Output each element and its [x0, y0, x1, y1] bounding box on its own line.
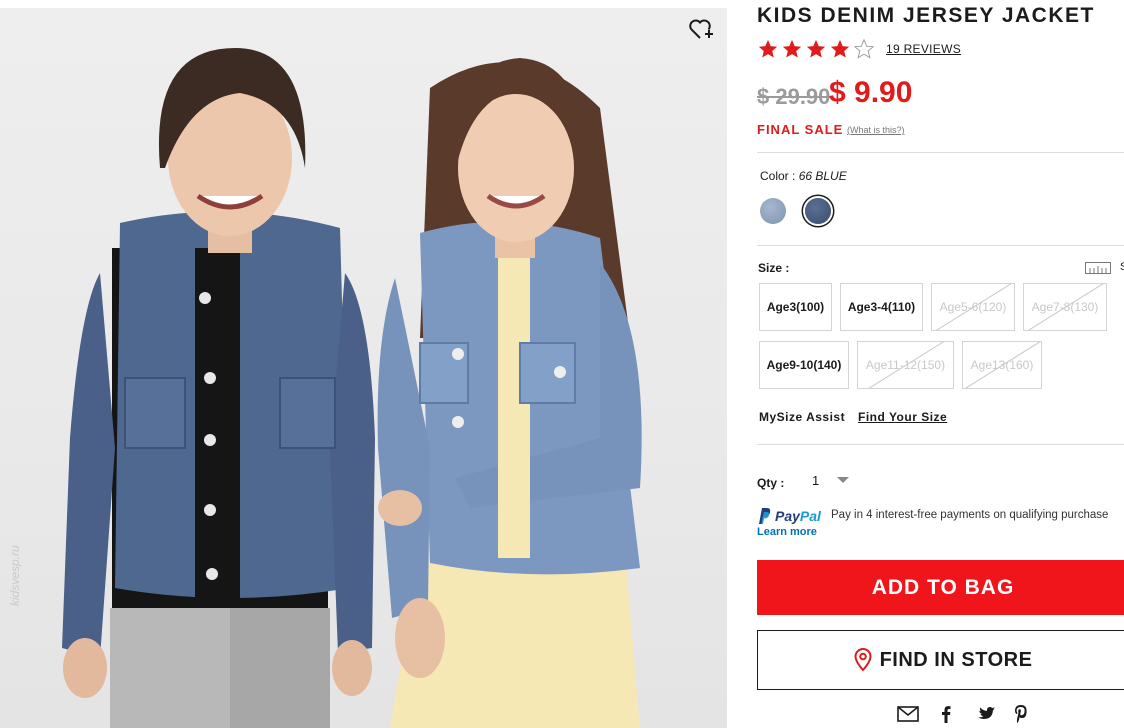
paypal-wordmark-pay: Pay [775, 508, 800, 524]
reviews-link[interactable]: 19 REVIEWS [886, 42, 961, 56]
star-full-icon [830, 39, 850, 58]
find-in-store-button[interactable]: FIND IN STORE [757, 630, 1124, 690]
star-empty-icon [853, 38, 875, 59]
divider [757, 245, 1124, 246]
location-pin-icon [854, 648, 872, 672]
facebook-icon[interactable] [935, 704, 957, 724]
mysize-assist-label: MySize Assist [759, 410, 846, 424]
paypal-learn-more-link[interactable]: Learn more [757, 526, 817, 538]
divider [757, 444, 1124, 445]
size-guide-ruler-icon[interactable] [1085, 262, 1111, 274]
size-option-age3-4-110[interactable]: Age3-4(110) [840, 283, 923, 331]
size-option-age9-10-140[interactable]: Age9-10(140) [759, 341, 849, 389]
size-option-age13-160[interactable]: Age13(160) [962, 341, 1042, 389]
original-price: $ 29.90 [757, 84, 831, 109]
sale-price: $ 9.90 [829, 76, 913, 109]
rating-stars [757, 38, 875, 60]
paypal-logo: PayPal [757, 506, 821, 526]
divider [757, 152, 1124, 153]
product-image: kidsvesp.ru [0, 8, 727, 728]
star-full-icon [806, 39, 826, 58]
what-is-this-link[interactable]: (What is this?) [847, 125, 905, 135]
watermark: kidsvesp.ru [8, 545, 22, 606]
find-your-size-link[interactable]: Find Your Size [858, 410, 947, 424]
quantity-select[interactable]: 1 [812, 470, 862, 490]
size-option-age7-8-130[interactable]: Age7-8(130) [1023, 283, 1107, 331]
paypal-wordmark: PayPal [775, 508, 821, 524]
size-option-age3-100[interactable]: Age3(100) [759, 283, 832, 331]
product-photo-illustration [62, 48, 642, 728]
find-in-store-label: FIND IN STORE [879, 648, 1033, 671]
color-swatch-blue[interactable] [805, 198, 831, 224]
boy-figure [62, 48, 375, 728]
quantity-value: 1 [812, 472, 820, 488]
pinterest-icon[interactable] [1010, 704, 1032, 724]
color-label: Color : 66 BLUE [760, 169, 847, 183]
color-swatch-light-blue[interactable] [760, 198, 786, 224]
selected-color-name: 66 BLUE [798, 169, 847, 183]
add-to-wishlist-icon[interactable] [688, 16, 714, 42]
final-sale-label: FINAL SALE [757, 122, 844, 137]
email-icon[interactable] [897, 704, 919, 724]
size-guide-label[interactable]: S [1120, 261, 1124, 273]
qty-label: Qty : [757, 476, 785, 490]
paypal-wordmark-pal: Pal [799, 508, 821, 524]
twitter-icon[interactable] [975, 704, 997, 724]
size-option-age5-6-120[interactable]: Age5-6(120) [931, 283, 1015, 331]
add-to-bag-button[interactable]: ADD TO BAG [757, 560, 1124, 615]
paypal-icon [759, 508, 771, 524]
star-full-icon [758, 39, 778, 58]
product-title: KIDS DENIM JERSEY JACKET [757, 4, 1095, 27]
star-full-icon [782, 39, 802, 58]
size-option-age11-12-150[interactable]: Age11-12(150) [857, 341, 954, 389]
girl-figure [377, 58, 642, 728]
color-label-text: Color : [760, 169, 796, 183]
chevron-down-icon [837, 477, 850, 483]
paypal-message: Pay in 4 interest-free payments on quali… [831, 509, 1109, 521]
size-label: Size : [758, 261, 790, 275]
